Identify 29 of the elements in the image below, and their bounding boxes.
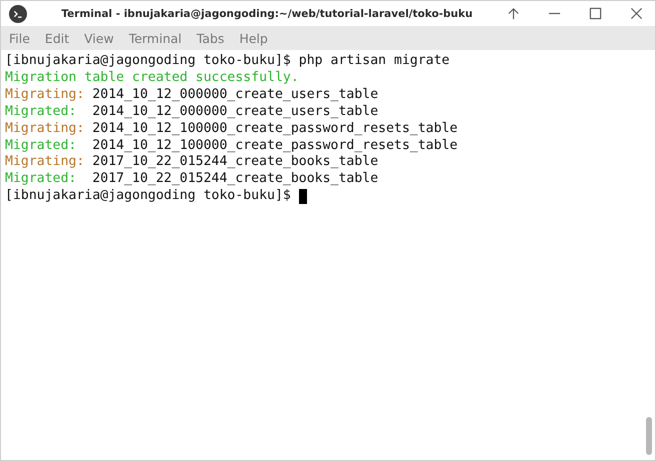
scrollbar-thumb[interactable]	[646, 417, 652, 455]
keep-above-icon[interactable]	[507, 7, 520, 20]
migration-name: 2014_10_12_000000_create_users_table	[92, 86, 378, 104]
menu-item[interactable]: Terminal	[128, 30, 182, 46]
status-label: Migrating:	[5, 154, 86, 172]
menu-item[interactable]: View	[84, 30, 114, 46]
status-label: Migrating:	[5, 120, 86, 138]
command: php artisan migrate	[298, 53, 450, 70]
maximize-icon[interactable]	[589, 7, 602, 20]
migration-name: 2014_10_12_100000_create_password_resets_table	[92, 138, 458, 154]
menu-item[interactable]: Tabs	[196, 30, 224, 46]
migration-name: 2014_10_12_100000_create_password_resets_table	[92, 120, 458, 138]
menu-item[interactable]: File	[9, 30, 30, 46]
close-icon[interactable]	[630, 7, 643, 20]
window-title: Terminal - ibnujakaria@jagongoding:~/web/tutorial-laravel/toko-buku	[60, 8, 474, 20]
migration-name: 2017_10_22_015244_create_books_table	[92, 154, 378, 172]
prompt: [ibnujakaria@jagongoding toko-buku]$	[5, 188, 291, 206]
status-label: Migrating:	[5, 86, 86, 104]
menu-item[interactable]: Edit	[44, 30, 70, 46]
prompt: [ibnujakaria@jagongoding toko-buku]$	[5, 53, 291, 70]
migration-name: 2014_10_12_000000_create_users_table	[92, 104, 378, 121]
terminal-icon	[9, 4, 27, 22]
output-message: Migration table created successfully.	[5, 70, 299, 87]
cursor	[298, 189, 307, 204]
status-label: Migrated:	[5, 171, 78, 188]
status-label: Migrated:	[5, 104, 78, 121]
menu-item[interactable]: Help	[239, 30, 268, 46]
migration-name: 2017_10_22_015244_create_books_table	[92, 171, 378, 188]
status-label: Migrated:	[5, 138, 78, 154]
